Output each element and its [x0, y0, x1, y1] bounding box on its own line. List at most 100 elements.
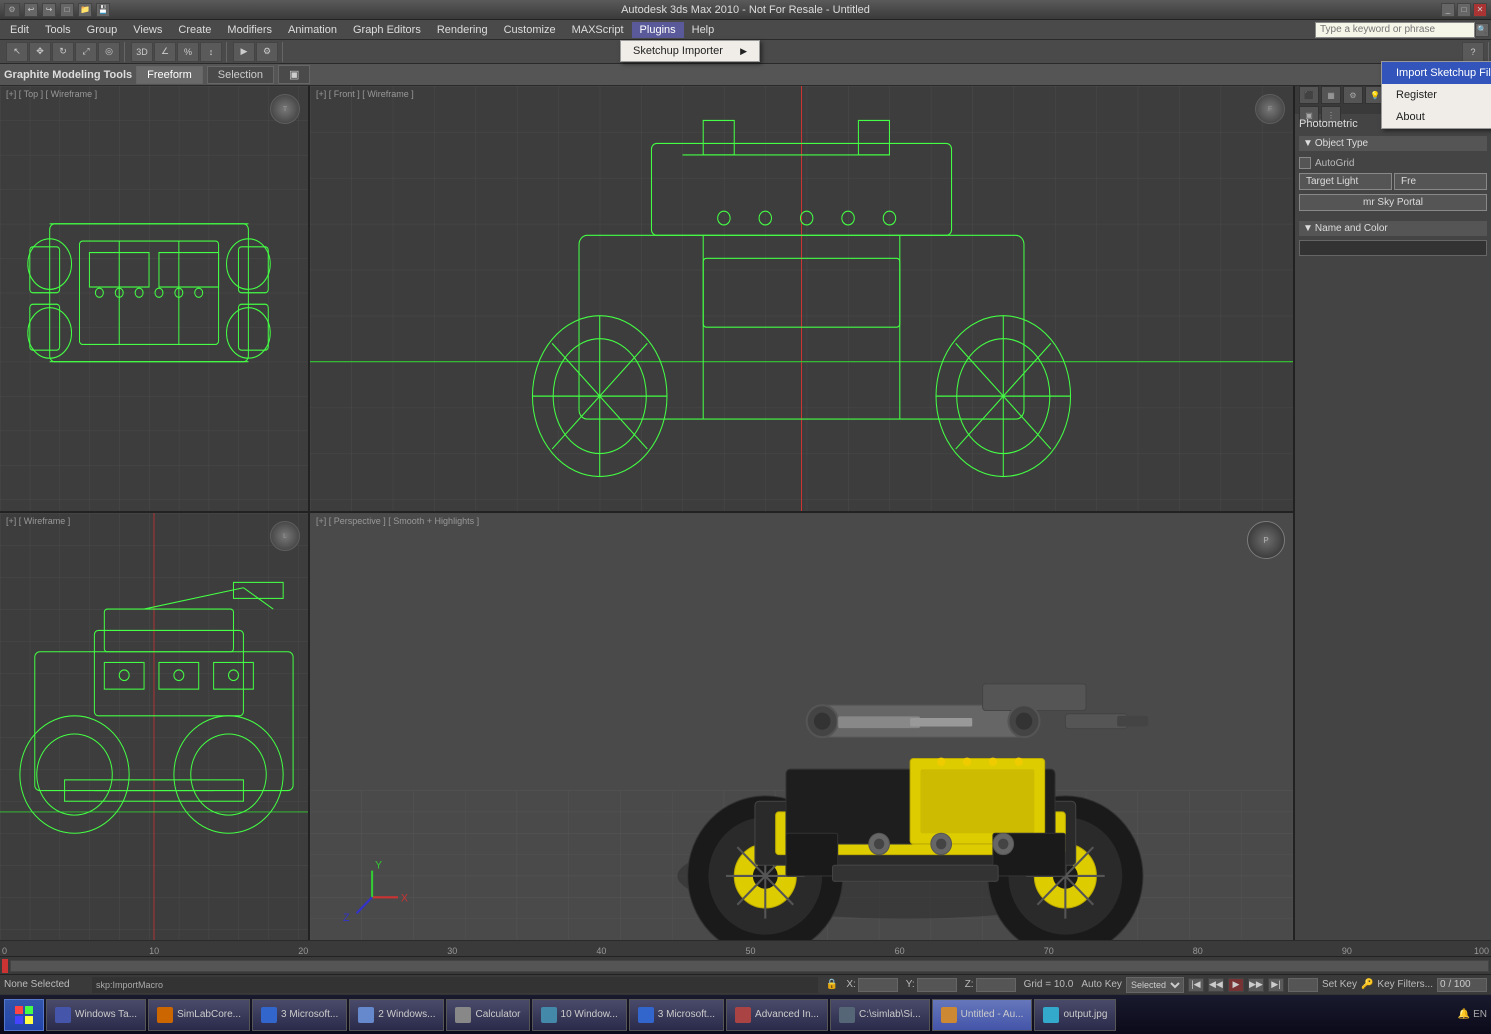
next-key-btn[interactable]: ▶▶	[1248, 978, 1264, 992]
taskbar-output-jpg[interactable]: output.jpg	[1034, 999, 1116, 1031]
key-icon: 🔑	[1361, 979, 1373, 990]
vp-topright-canvas	[310, 86, 1293, 511]
lock-btn: 🔒	[826, 979, 838, 990]
target-light-btn[interactable]: Target Light	[1299, 173, 1392, 190]
minimize-btn[interactable]: _	[1441, 3, 1455, 17]
viewport-top-wireframe[interactable]: [+] [ Top ] [ Wireframe ]	[0, 86, 310, 513]
vp-bottomleft-nav-widget[interactable]: L	[270, 521, 300, 551]
object-type-header[interactable]: ▼ Object Type	[1299, 136, 1487, 151]
viewport-perspective[interactable]: [+] [ Perspective ] [ Smooth + Highlight…	[310, 513, 1293, 940]
window-title: Autodesk 3ds Max 2010 - Not For Resale -…	[621, 4, 870, 16]
graphite-tab-modeling[interactable]: ▣	[278, 65, 310, 84]
grid-label: Grid = 10.0	[1024, 979, 1074, 990]
menu-plugins[interactable]: Plugins	[632, 22, 684, 38]
auto-key-label: Auto Key	[1081, 979, 1122, 990]
menu-modifiers[interactable]: Modifiers	[219, 22, 280, 38]
taskbar-microsoft2[interactable]: 3 Microsoft...	[629, 999, 724, 1031]
new-btn[interactable]: □	[60, 3, 74, 17]
sketchup-submenu: Import Sketchup File Register About	[1381, 61, 1491, 129]
menu-create[interactable]: Create	[170, 22, 219, 38]
scrubber-handle[interactable]	[2, 959, 8, 973]
taskbar-calculator[interactable]: Calculator	[446, 999, 529, 1031]
close-btn[interactable]: ✕	[1473, 3, 1487, 17]
vp-topright-nav-widget[interactable]: F	[1255, 94, 1285, 124]
macro-label: skp:ImportMacro	[96, 980, 163, 990]
submenu-import-sketchup-file[interactable]: Import Sketchup File	[1382, 62, 1491, 84]
menu-graph-editors[interactable]: Graph Editors	[345, 22, 429, 38]
search-input[interactable]	[1315, 22, 1475, 38]
menu-maxscript[interactable]: MAXScript	[564, 22, 632, 38]
right-sidebar: ⬛ ▦ ⚙ 💡 📷 ☰ ◎ 🔧 ▣ ⋮ Photometric ▼ Object…	[1293, 86, 1491, 940]
timeline-num-50: 50	[746, 946, 756, 956]
mr-sky-portal-btn[interactable]: mr Sky Portal	[1299, 194, 1487, 211]
tool-select[interactable]: ↖	[6, 42, 28, 62]
tool-ref[interactable]: ◎	[98, 42, 120, 62]
sidebar-btn-2[interactable]: ▦	[1321, 86, 1341, 104]
menu-animation[interactable]: Animation	[280, 22, 345, 38]
menu-tools[interactable]: Tools	[37, 22, 79, 38]
taskbar: Windows Ta... SimLabCore... 3 Microsoft.…	[0, 994, 1491, 1034]
menu-customize[interactable]: Customize	[496, 22, 564, 38]
tool-snap-angle[interactable]: ∠	[154, 42, 176, 62]
taskbar-simlabcore[interactable]: SimLabCore...	[148, 999, 250, 1031]
tool-move[interactable]: ✥	[29, 42, 51, 62]
x-input[interactable]	[858, 978, 898, 992]
name-color-header[interactable]: ▼ Name and Color	[1299, 221, 1487, 236]
redo-btn[interactable]: ↪	[42, 3, 56, 17]
start-time-input[interactable]	[1437, 978, 1487, 992]
taskbar-windows3[interactable]: 10 Window...	[532, 999, 627, 1031]
taskbar-windows2[interactable]: 2 Windows...	[349, 999, 444, 1031]
frame-input[interactable]	[1288, 978, 1318, 992]
tool-rotate[interactable]: ↻	[52, 42, 74, 62]
tool-render-setup[interactable]: ⚙	[256, 42, 278, 62]
prev-frame-btn[interactable]: |◀	[1188, 978, 1204, 992]
open-btn[interactable]: 📁	[78, 3, 92, 17]
fre-btn[interactable]: Fre	[1394, 173, 1487, 190]
undo-btn[interactable]: ↩	[24, 3, 38, 17]
taskbar-microsoft1[interactable]: 3 Microsoft...	[252, 999, 347, 1031]
dropdown-sketchup-importer[interactable]: Sketchup Importer ▶	[621, 41, 759, 61]
keyframe-controls: Auto Key Selected |◀ ◀◀ ▶ ▶▶ ▶| Set Key …	[1081, 977, 1487, 993]
timeline-num-30: 30	[447, 946, 457, 956]
taskbar-untitled-au[interactable]: Untitled - Au...	[932, 999, 1033, 1031]
submenu-register[interactable]: Register	[1382, 84, 1491, 106]
toolbar-main: ↖ ✥ ↻ ⤢ ◎	[2, 42, 125, 62]
tool-snap3d[interactable]: 3D	[131, 42, 153, 62]
z-input[interactable]	[976, 978, 1016, 992]
start-button[interactable]	[4, 999, 44, 1031]
selected-dropdown[interactable]: Selected	[1126, 977, 1184, 993]
graphite-tab-freeform[interactable]: Freeform	[136, 66, 203, 84]
autogrid-checkbox[interactable]	[1299, 157, 1311, 169]
sidebar-btn-1[interactable]: ⬛	[1299, 86, 1319, 104]
name-color-input[interactable]	[1299, 240, 1487, 256]
prev-key-btn[interactable]: ◀◀	[1208, 978, 1224, 992]
taskbar-windows-ta[interactable]: Windows Ta...	[46, 999, 146, 1031]
search-button[interactable]: 🔍	[1475, 23, 1489, 37]
viewport-front-wireframe[interactable]: [+] [ Front ] [ Wireframe ]	[310, 86, 1293, 513]
timeline-numbers: 0 10 20 30 40 50 60 70 80 90 100	[0, 940, 1491, 956]
tool-help[interactable]: ?	[1462, 42, 1484, 62]
taskbar-csimlab[interactable]: C:\simlab\Si...	[830, 999, 930, 1031]
save-btn[interactable]: 💾	[96, 3, 110, 17]
maximize-btn[interactable]: □	[1457, 3, 1471, 17]
vp-topleft-nav-widget[interactable]: T	[270, 94, 300, 124]
vp-perspective-nav-widget[interactable]: P	[1247, 521, 1285, 559]
play-btn[interactable]: ▶	[1228, 978, 1244, 992]
tool-snap-percent[interactable]: %	[177, 42, 199, 62]
tool-snap-spinner[interactable]: ↕	[200, 42, 222, 62]
taskbar-advanced[interactable]: Advanced In...	[726, 999, 828, 1031]
tool-scale[interactable]: ⤢	[75, 42, 97, 62]
menu-views[interactable]: Views	[125, 22, 170, 38]
menu-group[interactable]: Group	[79, 22, 126, 38]
menu-help[interactable]: Help	[684, 22, 723, 38]
sidebar-btn-3[interactable]: ⚙	[1343, 86, 1363, 104]
menu-edit[interactable]: Edit	[2, 22, 37, 38]
tool-render[interactable]: ▶	[233, 42, 255, 62]
graphite-tab-selection[interactable]: Selection	[207, 66, 274, 84]
scrubber-track[interactable]	[10, 960, 1489, 972]
y-input[interactable]	[917, 978, 957, 992]
next-frame-btn[interactable]: ▶|	[1268, 978, 1284, 992]
menu-rendering[interactable]: Rendering	[429, 22, 496, 38]
viewport-left-wireframe[interactable]: [+] [ Wireframe ]	[0, 513, 310, 940]
submenu-about[interactable]: About	[1382, 106, 1491, 128]
